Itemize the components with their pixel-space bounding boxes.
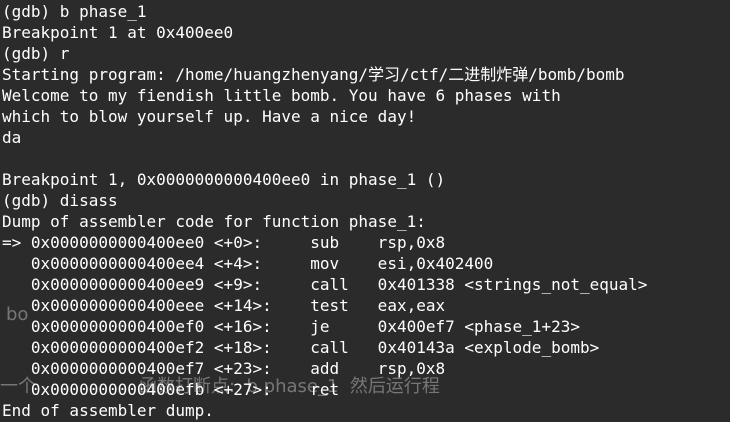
terminal-line: (gdb) disass (2, 191, 118, 210)
terminal-line: Breakpoint 1, 0x0000000000400ee0 in phas… (2, 170, 446, 189)
terminal-line: 0x0000000000400ef7 <+23>: add rsp,0x8 (2, 359, 446, 378)
terminal-line: 0x0000000000400ee9 <+9>: call 0x401338 <… (2, 275, 648, 294)
terminal-line: which to blow yourself up. Have a nice d… (2, 107, 417, 126)
terminal-line: End of assembler dump. (2, 401, 214, 420)
terminal-line: Breakpoint 1 at 0x400ee0 (2, 23, 234, 42)
terminal-line: 0x0000000000400eee <+14>: test eax,eax (2, 296, 446, 315)
gdb-terminal[interactable]: bo 一个 函数打断点: b phase_1 然后运行程 (gdb) b pha… (0, 0, 730, 422)
terminal-line: da (2, 128, 22, 147)
terminal-line: Starting program: /home/huangzhenyang/学习… (2, 65, 625, 84)
terminal-line: 0x0000000000400ef0 <+16>: je 0x400ef7 <p… (2, 317, 580, 336)
terminal-line: (gdb) b phase_1 (2, 2, 147, 21)
terminal-line: Welcome to my fiendish little bomb. You … (2, 86, 561, 105)
terminal-line: (gdb) r (2, 44, 70, 63)
terminal-line: 0x0000000000400efb <+27>: ret (2, 380, 340, 399)
terminal-line: Dump of assembler code for function phas… (2, 212, 426, 231)
terminal-line: 0x0000000000400ee4 <+4>: mov esi,0x40240… (2, 254, 494, 273)
terminal-line-current-instruction: => 0x0000000000400ee0 <+0>: sub rsp,0x8 (2, 233, 446, 252)
terminal-line: 0x0000000000400ef2 <+18>: call 0x40143a … (2, 338, 600, 357)
